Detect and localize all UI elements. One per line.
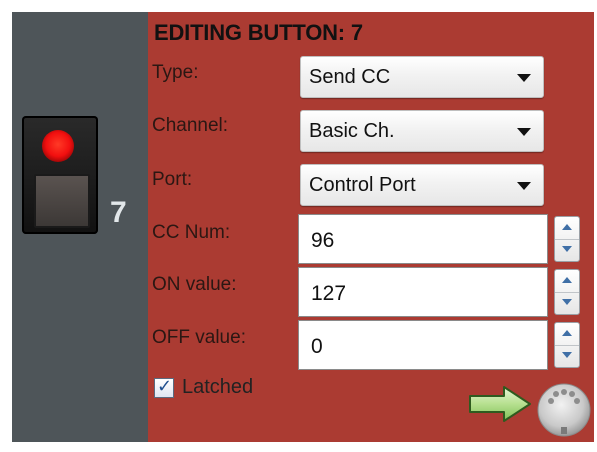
spin-down-icon[interactable] <box>555 239 579 261</box>
channel-select[interactable]: Basic Ch. <box>300 110 544 152</box>
main-frame: 7 EDITING BUTTON: 7 Type: Send CC Channe… <box>12 12 594 442</box>
chevron-down-icon <box>517 182 531 190</box>
type-label: Type: <box>152 62 199 83</box>
button-editor: EDITING BUTTON: 7 Type: Send CC Channel:… <box>148 12 594 442</box>
button-number: 7 <box>110 196 127 229</box>
channel-value: Basic Ch. <box>309 120 395 142</box>
spin-down-icon[interactable] <box>555 292 579 314</box>
spin-up-icon[interactable] <box>555 217 579 240</box>
port-value: Control Port <box>309 174 416 196</box>
off-value-label: OFF value: <box>152 327 246 348</box>
chevron-down-icon <box>517 74 531 82</box>
on-value-label: ON value: <box>152 274 237 295</box>
port-select[interactable]: Control Port <box>300 164 544 206</box>
spin-down-icon[interactable] <box>555 345 579 367</box>
on-value-stepper[interactable] <box>554 269 580 315</box>
led-red-icon <box>42 130 74 162</box>
latched-checkbox[interactable]: ✓ <box>154 376 174 398</box>
button-panel: 7 <box>12 12 148 442</box>
cc-num-label: CC Num: <box>152 222 231 243</box>
on-value-value: 127 <box>311 282 347 305</box>
port-label: Port: <box>152 169 193 190</box>
off-value-field[interactable]: 0 <box>298 320 548 370</box>
chevron-down-icon <box>517 128 531 136</box>
spin-up-icon[interactable] <box>555 323 579 346</box>
type-select[interactable]: Send CC <box>300 56 544 98</box>
hardware-button[interactable] <box>22 116 98 234</box>
off-value-value: 0 <box>311 335 323 358</box>
editor-title: EDITING BUTTON: 7 <box>154 20 363 45</box>
type-value: Send CC <box>309 66 391 88</box>
spin-up-icon[interactable] <box>555 270 579 293</box>
off-value-stepper[interactable] <box>554 322 580 368</box>
arrow-right-icon[interactable] <box>468 384 532 424</box>
on-value-field[interactable]: 127 <box>298 267 548 317</box>
midi-connector-icon <box>537 383 591 437</box>
checkmark-icon: ✓ <box>157 376 173 397</box>
channel-label: Channel: <box>152 115 229 136</box>
cc-num-field[interactable]: 96 <box>298 214 548 264</box>
cc-num-stepper[interactable] <box>554 216 580 262</box>
latched-label: Latched <box>182 376 254 398</box>
button-cap <box>34 174 90 228</box>
cc-num-value: 96 <box>311 229 335 252</box>
